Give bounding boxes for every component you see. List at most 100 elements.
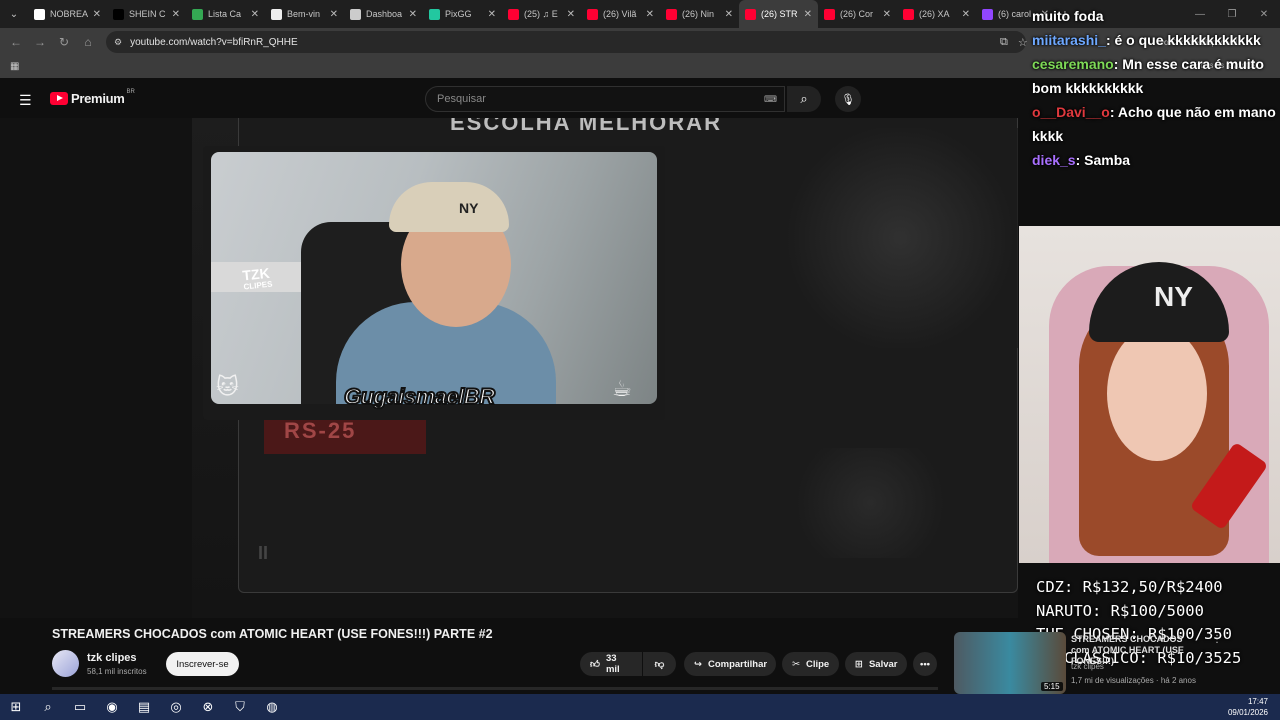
tab-label: Lista Ca [208, 9, 242, 19]
browser-tab[interactable]: (26) Vilã ✕ [581, 0, 660, 28]
tab-list: NOBREA ✕ SHEIN C ✕ Lista Ca ✕ Bem-vin ✕ Dashboa ✕… [28, 0, 1055, 28]
defender-icon[interactable]: ⛉ [224, 694, 256, 720]
tab-label: Dashboa [366, 9, 403, 19]
save-button[interactable]: ⊞ Salvar [845, 652, 907, 676]
home-icon[interactable]: ⌂ [76, 35, 100, 49]
tab-search-icon[interactable]: ⌄ [0, 0, 28, 28]
browser-tab[interactable]: (26) XA ✕ [897, 0, 976, 28]
youtube-play-icon [50, 92, 68, 105]
game-heading: ESCOLHA MELHORAR [450, 118, 722, 135]
scissors-icon: ✂ [792, 658, 800, 670]
tab-close-icon[interactable]: ✕ [567, 9, 575, 20]
recommended-duration: 5:15 [1041, 682, 1063, 691]
reload-icon[interactable]: ↻ [52, 35, 76, 49]
tab-label: NOBREA [50, 9, 89, 19]
thumbs-down-icon: 👎︎ [654, 659, 665, 670]
browser-tab[interactable]: Lista Ca ✕ [186, 0, 265, 28]
price-goal-line: NARUTO: R$100/5000 [1036, 601, 1204, 620]
dislike-button[interactable]: 👎︎ [643, 652, 676, 676]
video-title: STREAMERS CHOCADOS com ATOMIC HEART (USE… [52, 627, 493, 641]
description-divider [52, 687, 938, 690]
clock-date: 09/01/2026 [1227, 708, 1268, 717]
tab-close-icon[interactable]: ✕ [883, 9, 891, 20]
search-input[interactable]: Pesquisar [425, 86, 785, 112]
share-button[interactable]: ↪ Compartilhar [684, 652, 776, 676]
browser-tab[interactable]: (25) ♫ E ✕ [502, 0, 581, 28]
logo-region: BR [126, 88, 135, 95]
tab-close-icon[interactable]: ✕ [93, 9, 101, 20]
apps-grid-icon[interactable]: ▦ [10, 61, 19, 72]
tab-close-icon[interactable]: ✕ [172, 9, 180, 20]
browser-tab[interactable]: (26) Cor ✕ [818, 0, 897, 28]
site-info-icon[interactable]: ⚙ [114, 37, 122, 48]
browser-tab[interactable]: (26) STR ✕ [739, 0, 818, 28]
cat-emote-icon: 🐱 [216, 374, 239, 399]
browser-tab[interactable]: NOBREA ✕ [28, 0, 107, 28]
tab-favicon-icon [982, 8, 993, 20]
voice-search-button[interactable]: 🎙 [835, 86, 861, 112]
channel-name[interactable]: tzk clipes [87, 652, 137, 664]
clip-button[interactable]: ✂ Clipe [782, 652, 839, 676]
tab-label: Bem-vin [287, 9, 321, 19]
discord-icon[interactable]: ◎ [160, 694, 192, 720]
chat-message: diek_s: Samba [1032, 148, 1278, 172]
price-goal-line: CDZ: R$132,50/R$2400 [1036, 578, 1223, 596]
search-button[interactable]: ⌕ [787, 86, 821, 112]
search-icon: ⌕ [800, 91, 808, 106]
chat-text: muito foda [1032, 8, 1104, 24]
tab-favicon-icon [271, 8, 282, 20]
tab-close-icon[interactable]: ✕ [330, 9, 338, 20]
subscribe-button[interactable]: Inscrever-se [166, 652, 239, 676]
like-button[interactable]: 👍︎ 33 mil [580, 652, 642, 676]
tab-favicon-icon [508, 8, 519, 20]
browser-tab[interactable]: SHEIN C ✕ [107, 0, 186, 28]
playlist-add-icon: ⊞ [855, 658, 863, 670]
tab-label: (26) STR [761, 9, 798, 19]
clock-time: 17:47 [1247, 697, 1268, 706]
tab-close-icon[interactable]: ✕ [409, 9, 417, 20]
share-label: Compartilhar [707, 658, 768, 670]
tab-close-icon[interactable]: ✕ [646, 9, 654, 20]
tab-label: PixGG [445, 9, 472, 19]
forward-icon[interactable]: → [28, 35, 52, 49]
chat-nick: diek_s [1032, 152, 1076, 168]
back-icon[interactable]: ← [4, 35, 28, 49]
menu-icon[interactable]: ☰ [19, 92, 32, 109]
tab-close-icon[interactable]: ✕ [488, 9, 496, 20]
channel-avatar[interactable] [52, 650, 79, 677]
xbox-icon[interactable]: ⊗ [192, 694, 224, 720]
streamer-webcam: NY [1019, 226, 1280, 563]
tab-close-icon[interactable]: ✕ [804, 9, 812, 20]
recommended-channel[interactable]: tzk clipes [1071, 662, 1104, 671]
browser-tab[interactable]: (26) Nin ✕ [660, 0, 739, 28]
tab-close-icon[interactable]: ✕ [251, 9, 259, 20]
file-explorer-icon[interactable]: ▤ [128, 694, 160, 720]
chrome-icon[interactable]: ◉ [96, 694, 128, 720]
video-player[interactable]: ESCOLHA MELHORAR RS-25 NY TZK CLIPES 🐱 ☕… [0, 118, 1018, 618]
tab-close-icon[interactable]: ✕ [725, 9, 733, 20]
browser-tab[interactable]: Bem-vin ✕ [265, 0, 344, 28]
chat-nick: o__Davi__o [1032, 104, 1110, 120]
tab-favicon-icon [745, 8, 756, 20]
like-count: 33 mil [605, 653, 620, 675]
browser-tab[interactable]: Dashboa ✕ [344, 0, 423, 28]
keyboard-icon[interactable]: ⌨ [764, 94, 777, 105]
obs-icon[interactable]: ◍ [256, 694, 288, 720]
browser-tab[interactable]: PixGG ✕ [423, 0, 502, 28]
url-field[interactable]: ⚙ youtube.com/watch?v=bfiRnR_QHHE [106, 31, 1026, 53]
task-view-icon[interactable]: ▭ [64, 694, 96, 720]
tab-label: SHEIN C [129, 9, 166, 19]
more-vertical-icon[interactable]: ⋮ [1212, 634, 1222, 645]
search-icon[interactable]: ⌕ [32, 694, 64, 720]
system-clock[interactable]: 17:47 09/01/2026 [1228, 696, 1268, 718]
thumbs-up-icon: 👍︎ [590, 659, 600, 670]
cast-icon[interactable]: ⧉ [1000, 36, 1008, 49]
windows-start-icon[interactable]: ⊞ [0, 694, 32, 720]
coffee-emote-icon: ☕ [612, 376, 632, 401]
more-actions-button[interactable]: ••• [913, 652, 937, 676]
bookmark-star-icon[interactable]: ☆ [1018, 36, 1028, 49]
youtube-logo[interactable]: Premium BR [50, 88, 135, 106]
tab-close-icon[interactable]: ✕ [962, 9, 970, 20]
tab-label: (26) Cor [840, 9, 874, 19]
tab-favicon-icon [666, 8, 677, 20]
